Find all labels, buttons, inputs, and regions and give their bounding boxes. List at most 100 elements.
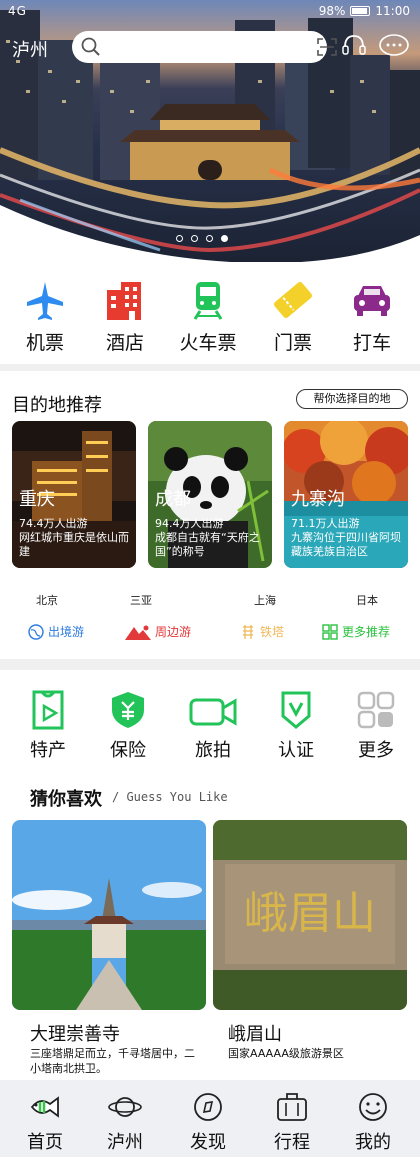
battery-percent: 98% — [318, 4, 346, 18]
service-label: 特产 — [30, 740, 66, 761]
guess-you-like-section: 猜你喜欢 / Guess You Like 峨眉山 大理崇善寺 三座塔鼎足而立，… — [0, 775, 420, 1080]
guess-card-emeishan[interactable]: 峨眉山 — [213, 820, 407, 1010]
suitcase-icon — [277, 1093, 307, 1121]
service-travel-photo[interactable]: 旅拍 — [173, 690, 253, 762]
status-bar: 4G 98% 11:00 — [0, 0, 420, 22]
tab-label: 行程 — [274, 1132, 310, 1153]
quick-nav-taxi[interactable]: 打车 — [332, 280, 412, 355]
guess-item-desc: 国家AAAAA级旅游景区 — [228, 1047, 344, 1060]
quick-nav-flight[interactable]: 机票 — [5, 280, 85, 355]
rock-inscription: 峨眉山 — [244, 888, 376, 939]
hero-banner[interactable]: 4G 98% 11:00 泸州 — [0, 0, 420, 268]
tab-itinerary[interactable]: 行程 — [257, 1092, 327, 1154]
destination-card-jiuzhaigou[interactable]: 九寨沟 71.1万人出游 九寨沟位于四川省阿坝藏族羌族自治区 — [284, 421, 408, 568]
pagination-dot[interactable] — [176, 235, 183, 242]
search-bar[interactable] — [72, 31, 337, 63]
help-choose-button[interactable]: 帮你选择目的地 — [296, 389, 408, 409]
certify-icon — [281, 691, 311, 729]
destination-visitors: 71.1万人出游 — [291, 517, 360, 530]
ticket-icon — [274, 281, 312, 319]
destination-name: 成都 — [155, 489, 191, 510]
service-label: 保险 — [110, 740, 146, 761]
quick-nav-label: 门票 — [273, 332, 312, 354]
current-city[interactable]: 泸州 — [12, 36, 48, 62]
dali-temple-photo — [12, 820, 206, 1010]
destination-desc: 成都自古就有“天府之国”的称号 — [155, 531, 260, 558]
guess-item-name: 峨眉山 — [228, 1024, 282, 1045]
destination-name: 九寨沟 — [291, 489, 345, 510]
quick-nav-train[interactable]: 火车票 — [168, 280, 248, 355]
service-more[interactable]: 更多 — [336, 690, 416, 762]
destination-desc: 九寨沟位于四川省阿坝藏族羌族自治区 — [291, 531, 401, 558]
taxi-icon — [354, 286, 390, 316]
emeishan-rock-photo: 峨眉山 — [213, 820, 407, 1010]
section-subtitle: / Guess You Like — [112, 790, 228, 804]
pagination-dot-active[interactable] — [221, 235, 228, 242]
tag-outbound[interactable]: 出境游 — [28, 623, 84, 640]
clock: 11:00 — [375, 4, 410, 18]
banner-pagination — [176, 235, 228, 242]
guess-item-name: 大理崇善寺 — [30, 1024, 120, 1045]
service-label: 更多 — [358, 740, 394, 761]
city-link-sanya[interactable]: 三亚 — [130, 592, 152, 608]
service-insurance[interactable]: 保险 — [88, 690, 168, 762]
hotel-icon — [107, 282, 141, 320]
tag-label: 出境游 — [48, 625, 85, 639]
tag-label: 铁塔 — [260, 625, 285, 639]
quick-nav-hotel[interactable]: 酒店 — [85, 280, 165, 355]
tab-discover[interactable]: 发现 — [173, 1092, 243, 1154]
service-label: 认证 — [278, 740, 314, 761]
tab-label: 发现 — [190, 1132, 226, 1153]
tab-mine[interactable]: 我的 — [338, 1092, 408, 1154]
city-link-japan[interactable]: 日本 — [356, 592, 378, 608]
fish-icon — [30, 1096, 59, 1118]
service-specialty[interactable]: 特产 — [8, 690, 88, 762]
grid-icon — [322, 623, 338, 640]
destination-card-chongqing[interactable]: 重庆 74.4万人出游 网红城市重庆是依山而建 — [12, 421, 136, 568]
city-link-shanghai[interactable]: 上海 — [254, 592, 276, 608]
service-grid: 特产 保险 旅拍 认证 更多 — [0, 670, 420, 775]
destination-visitors: 94.4万人出游 — [155, 517, 224, 530]
battery-icon — [350, 6, 371, 16]
tag-more-recommend[interactable]: 更多推荐 — [322, 623, 390, 640]
more-icon — [357, 691, 395, 729]
destination-name: 重庆 — [19, 489, 55, 510]
destination-section: 目的地推荐 帮你选择目的地 重庆 74.4万人出游 网红城市重庆是依山而建 成都… — [0, 371, 420, 659]
pagination-dot[interactable] — [206, 235, 213, 242]
airplane-icon — [27, 282, 63, 320]
mountain-icon — [125, 625, 151, 640]
section-title: 目的地推荐 — [12, 395, 102, 416]
tag-label: 周边游 — [155, 625, 192, 639]
pagination-dot[interactable] — [191, 235, 198, 242]
service-certify[interactable]: 认证 — [256, 690, 336, 762]
tower-icon — [243, 624, 253, 639]
quick-nav-label: 机票 — [25, 332, 64, 354]
specialty-icon — [32, 690, 64, 730]
quick-nav: 机票 酒店 火车票 门票 打车 — [0, 262, 420, 364]
tab-label: 首页 — [27, 1132, 63, 1153]
camera-icon — [189, 698, 237, 726]
tag-label: 更多推荐 — [342, 625, 391, 639]
tab-label: 泸州 — [107, 1132, 143, 1153]
tab-home[interactable]: 首页 — [10, 1092, 80, 1154]
service-label: 旅拍 — [195, 740, 231, 761]
planet-icon — [108, 1097, 142, 1117]
tag-nearby[interactable]: 周边游 — [125, 623, 191, 640]
destination-card-chengdu[interactable]: 成都 94.4万人出游 成都自古就有“天府之国”的称号 — [148, 421, 272, 568]
train-icon — [193, 282, 223, 320]
insurance-icon — [112, 692, 144, 728]
section-title: 猜你喜欢 — [30, 789, 102, 810]
signal-indicator: 4G — [8, 4, 27, 18]
globe-icon — [28, 623, 44, 640]
smile-icon — [359, 1093, 387, 1121]
quick-nav-ticket[interactable]: 门票 — [253, 280, 333, 355]
tag-tower[interactable]: 铁塔 — [240, 623, 284, 640]
city-link-beijing[interactable]: 北京 — [36, 592, 58, 608]
tab-label: 我的 — [355, 1132, 391, 1153]
compass-icon — [194, 1093, 222, 1121]
destination-desc: 网红城市重庆是依山而建 — [19, 531, 129, 558]
tab-luzhou[interactable]: 泸州 — [90, 1092, 160, 1154]
quick-nav-label: 打车 — [352, 332, 391, 354]
guess-card-dali[interactable] — [12, 820, 206, 1010]
quick-nav-label: 酒店 — [105, 332, 144, 354]
